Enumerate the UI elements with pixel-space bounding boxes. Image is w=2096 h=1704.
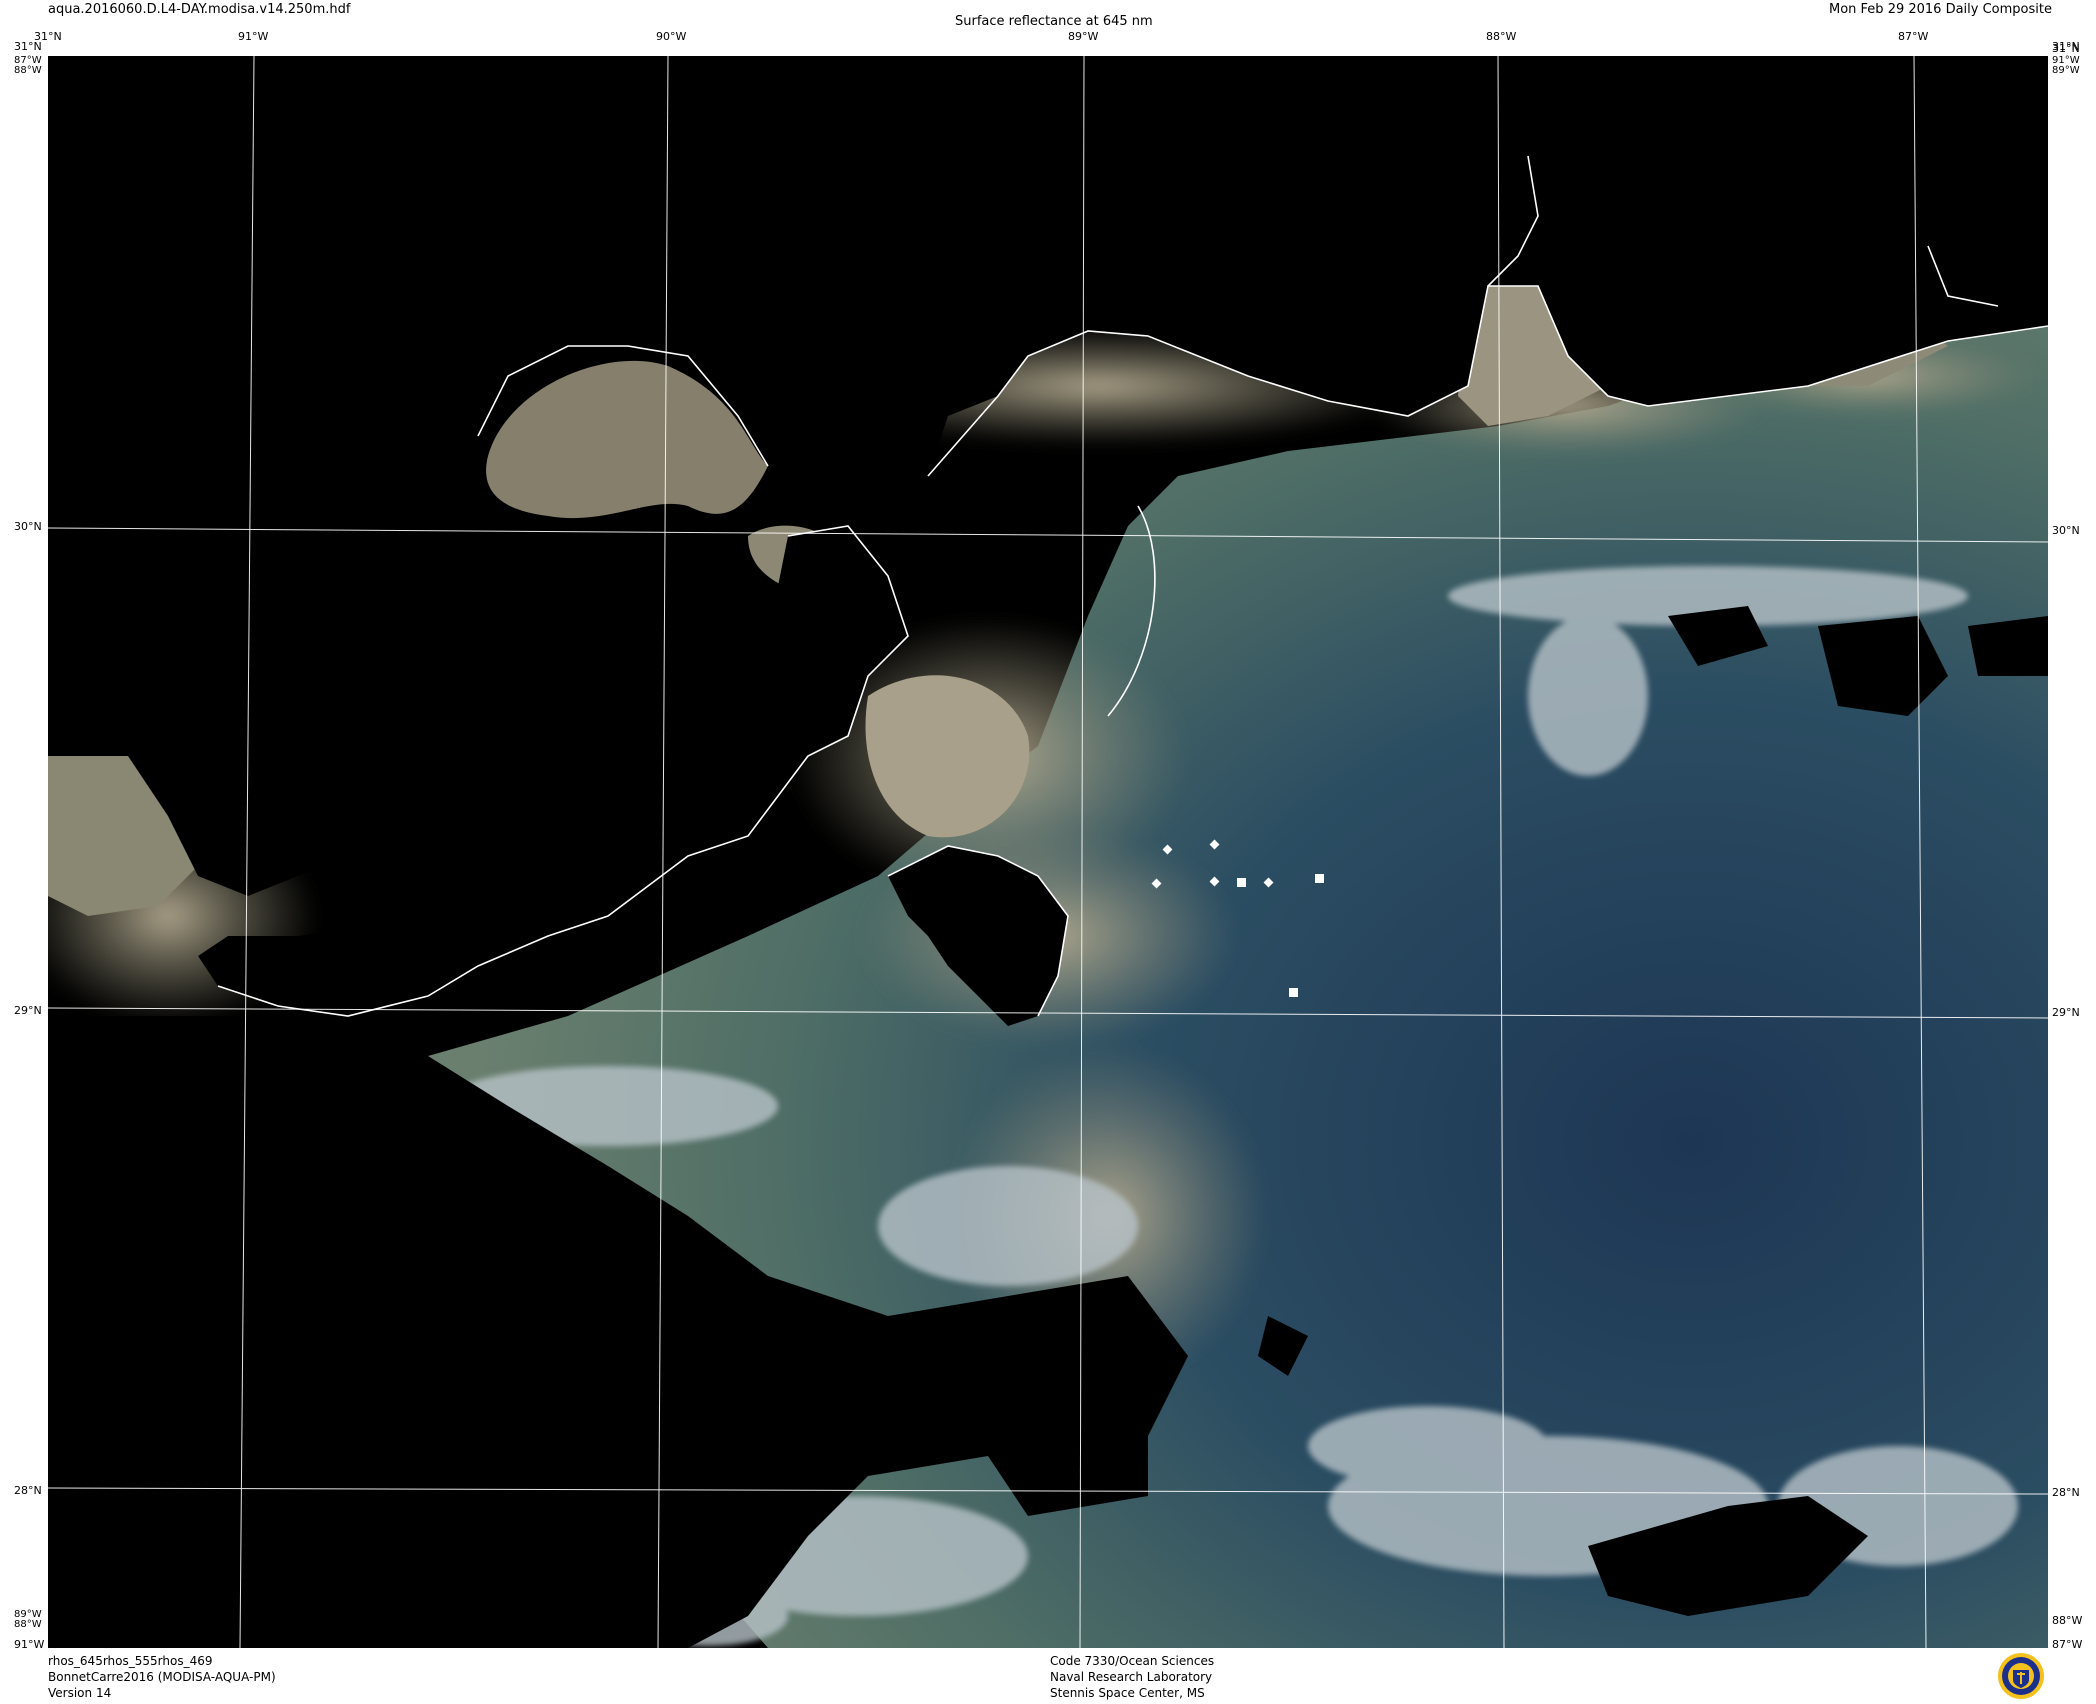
top-lon-88: 88°W	[1486, 30, 1517, 43]
filename-label: aqua.2016060.D.L4-DAY.modisa.v14.250m.hd…	[48, 2, 351, 17]
top-lon-89: 89°W	[1068, 30, 1099, 43]
right-lat-28: 28°N	[2052, 1486, 2080, 1499]
composite-date: Mon Feb 29 2016 Daily Composite	[1829, 2, 2052, 17]
band-combination: rhos_645rhos_555rhos_469	[48, 1654, 213, 1668]
bottom-left-corner-label: 89°W 88°W	[14, 1609, 42, 1630]
footer-center: Code 7330/Ocean Sciences Naval Research …	[1050, 1653, 1214, 1701]
right-lon-87: 87°W	[2052, 1638, 2083, 1651]
top-right-corner-label: 91°W 89°W	[2052, 55, 2080, 76]
station-marker	[1289, 988, 1298, 997]
lab-name: Naval Research Laboratory	[1050, 1670, 1213, 1684]
nrl-seal-icon	[1997, 1652, 2045, 1700]
station-marker	[1315, 874, 1324, 883]
code-label: Code 7330/Ocean Sciences	[1050, 1654, 1215, 1668]
cloud-mask-east-3	[1968, 616, 2048, 676]
project-name: BonnetCarre2016 (MODISA-AQUA-PM)	[48, 1670, 276, 1684]
footer-left: rhos_645rhos_555rhos_469 BonnetCarre2016…	[48, 1653, 276, 1701]
bottom-right-corner-label: 88°W	[2052, 1614, 2083, 1627]
station-marker	[1237, 878, 1246, 887]
map-title: Surface reflectance at 645 nm	[955, 14, 1153, 29]
right-lat-29: 29°N	[2052, 1006, 2080, 1019]
satellite-map[interactable]	[48, 56, 2048, 1648]
left-lat-30: 30°N	[14, 520, 42, 533]
right-lat-31: 31°N	[2052, 40, 2080, 53]
left-lat-28: 28°N	[14, 1484, 42, 1497]
top-left-corner-label: 87°W 88°W	[14, 55, 42, 76]
top-lon-90: 90°W	[656, 30, 687, 43]
right-lat-30: 30°N	[2052, 524, 2080, 537]
left-lat-31: 31°N	[14, 40, 42, 53]
left-lon-91: 91°W	[14, 1638, 45, 1651]
top-lon-91: 91°W	[238, 30, 269, 43]
left-lat-29: 29°N	[14, 1004, 42, 1017]
top-lon-87: 87°W	[1898, 30, 1929, 43]
